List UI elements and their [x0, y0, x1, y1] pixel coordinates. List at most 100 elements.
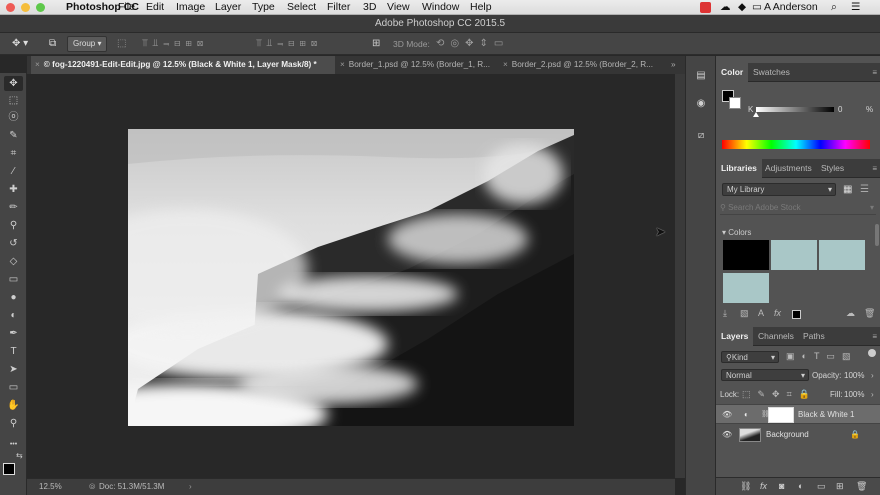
auto-select-dropdown[interactable]: Group ▾ — [67, 36, 108, 52]
type-tool-icon[interactable]: T — [4, 344, 23, 359]
menu-help[interactable]: Help — [470, 1, 492, 13]
transform-controls-icon[interactable]: ⬚ — [117, 38, 126, 50]
chevron-right-icon[interactable]: › — [871, 390, 874, 399]
path-selection-tool-icon[interactable]: ➤ — [4, 362, 23, 377]
auto-align-icon[interactable]: ⊞ — [372, 38, 380, 50]
tab-swatches[interactable]: Swatches — [748, 63, 795, 82]
add-mask-icon[interactable]: ◙ — [779, 481, 784, 491]
zoom-window-button[interactable] — [36, 3, 45, 12]
library-color-swatch[interactable] — [819, 240, 865, 270]
link-layers-icon[interactable]: ⛓ — [740, 481, 751, 492]
library-dropdown[interactable]: My Library ▾ — [722, 183, 836, 196]
menu-layer[interactable]: Layer — [215, 1, 241, 13]
tab-paths[interactable]: Paths — [798, 327, 830, 346]
airplay-icon[interactable]: ▭ — [752, 1, 762, 13]
filter-toggle-icon[interactable] — [868, 349, 876, 357]
menu-view[interactable]: View — [387, 1, 410, 13]
extra-tools-icon[interactable]: ••• — [4, 437, 23, 452]
delete-layer-icon[interactable]: 🗑 — [856, 481, 867, 492]
close-tab-icon[interactable]: × — [503, 60, 508, 69]
tab-styles[interactable]: Styles — [816, 159, 849, 178]
healing-brush-tool-icon[interactable]: ✚ — [4, 182, 23, 197]
layer-row-background[interactable]: 👁 Background 🔒 — [716, 425, 880, 445]
auto-select-icon[interactable]: ⧉ — [49, 38, 56, 50]
add-text-icon[interactable]: A — [758, 308, 764, 318]
visibility-eye-icon[interactable]: 👁 — [722, 405, 732, 425]
close-tab-icon[interactable]: × — [340, 60, 345, 69]
user-name[interactable]: A Anderson — [764, 1, 818, 13]
history-icon[interactable]: ▤ — [693, 70, 709, 84]
blur-tool-icon[interactable]: ● — [4, 290, 23, 305]
zoom-level[interactable]: 12.5% — [39, 479, 62, 495]
align-icons[interactable]: ⫪⫫⫬⊟⊞⊠ — [142, 38, 208, 50]
library-color-swatch[interactable] — [771, 240, 817, 270]
k-value[interactable]: 0 — [838, 105, 842, 114]
visibility-eye-icon[interactable]: 👁 — [722, 425, 732, 445]
marquee-tool-icon[interactable]: ⬚ — [4, 93, 23, 108]
library-color-swatch[interactable] — [723, 240, 769, 270]
move-tool-icon[interactable]: ✥ — [4, 76, 23, 91]
foreground-color-swatch[interactable] — [3, 463, 15, 475]
k-slider[interactable] — [756, 107, 834, 112]
close-tab-icon[interactable]: × — [35, 60, 40, 69]
lock-icons[interactable]: ⬚✎✥⌗🔒 — [742, 389, 817, 400]
layer-filter-icons[interactable]: ▣◐T▭▧ — [786, 351, 857, 362]
k-slider-handle[interactable] — [753, 112, 759, 117]
dodge-tool-icon[interactable]: ◐ — [4, 308, 23, 323]
doc-size[interactable]: Doc: 51.3M/51.3M — [99, 479, 164, 495]
tab-channels[interactable]: Channels — [753, 327, 799, 346]
vertical-scrollbar[interactable] — [675, 74, 685, 478]
menu-filter[interactable]: Filter — [327, 1, 350, 13]
menu-file[interactable]: File — [118, 1, 135, 13]
document-image[interactable] — [128, 129, 574, 426]
tab-adjustments[interactable]: Adjustments — [760, 159, 817, 178]
notification-center-icon[interactable]: ☰ — [851, 1, 860, 13]
3d-mode-icons[interactable]: ⟲◎✥⇕▭ — [436, 38, 509, 50]
distribute-icons[interactable]: ⫪⫫⫬⊟⊞⊠ — [256, 38, 322, 50]
panel-menu-icon[interactable]: ≡ — [872, 68, 877, 77]
layer-name[interactable]: Background — [766, 425, 809, 445]
swap-colors-icon[interactable]: ⇆ — [16, 451, 23, 460]
layer-name[interactable]: Black & White 1 — [798, 405, 854, 425]
tab-fog[interactable]: × © fog-1220491-Edit-Edit.jpg @ 12.5% (Bl… — [31, 56, 335, 74]
library-color-swatch[interactable] — [723, 273, 769, 303]
tab-border-2[interactable]: × Border_2.psd @ 12.5% (Border_2, R... — [499, 56, 663, 74]
list-view-icon[interactable]: ☰ — [860, 184, 869, 195]
lasso-tool-icon[interactable]: ⓞ — [4, 110, 23, 125]
tab-border-1[interactable]: × Border_1.psd @ 12.5% (Border_1, R... — [336, 56, 496, 74]
gradient-tool-icon[interactable]: ▭ — [4, 272, 23, 287]
tab-color[interactable]: Color — [716, 63, 749, 82]
move-tool-preset-icon[interactable]: ✥ ▾ — [12, 38, 28, 50]
layer-filter-dropdown[interactable]: ⚲Kind ▾ — [721, 351, 779, 363]
tab-libraries[interactable]: Libraries — [716, 159, 762, 178]
calendar-icon[interactable] — [700, 2, 711, 13]
layer-mask-thumbnail[interactable] — [768, 407, 794, 423]
color-background-swatch[interactable] — [729, 97, 741, 109]
dropbox-icon[interactable]: ◆ — [738, 1, 746, 13]
menu-edit[interactable]: Edit — [146, 1, 164, 13]
menu-3d[interactable]: 3D — [363, 1, 376, 13]
blend-mode-dropdown[interactable]: Normal ▾ — [721, 369, 809, 381]
new-adjustment-layer-icon[interactable]: ◐ — [798, 481, 803, 491]
search-icon[interactable]: ⌕ — [831, 1, 837, 14]
creative-cloud-sync-icon[interactable]: ☁ — [846, 308, 855, 319]
panel-menu-icon[interactable]: ≡ — [872, 164, 877, 173]
stock-search-input[interactable]: ⚲ Search Adobe Stock ▾ — [720, 203, 876, 215]
menu-type[interactable]: Type — [252, 1, 275, 13]
add-color-icon[interactable] — [792, 310, 801, 319]
more-tabs-icon[interactable]: » — [667, 56, 680, 74]
eyedropper-tool-icon[interactable]: ⁄ — [4, 164, 23, 179]
brush-tool-icon[interactable]: ✏ — [4, 200, 23, 215]
layer-row-black-white[interactable]: 👁 ◐ ⛓ Black & White 1 — [716, 404, 880, 424]
minimize-window-button[interactable] — [21, 3, 30, 12]
libraries-scrollbar[interactable] — [875, 224, 879, 246]
eraser-tool-icon[interactable]: ◇ — [4, 254, 23, 269]
close-window-button[interactable] — [6, 3, 15, 12]
crop-tool-icon[interactable]: ⌗ — [4, 146, 23, 161]
status-menu-icon[interactable]: › — [189, 479, 192, 495]
chevron-right-icon[interactable]: › — [871, 371, 874, 380]
character-icon[interactable]: ⧄ — [693, 130, 709, 144]
menu-window[interactable]: Window — [422, 1, 459, 13]
panel-menu-icon[interactable]: ≡ — [872, 332, 877, 341]
upload-icon[interactable]: ⤓ — [723, 308, 727, 319]
